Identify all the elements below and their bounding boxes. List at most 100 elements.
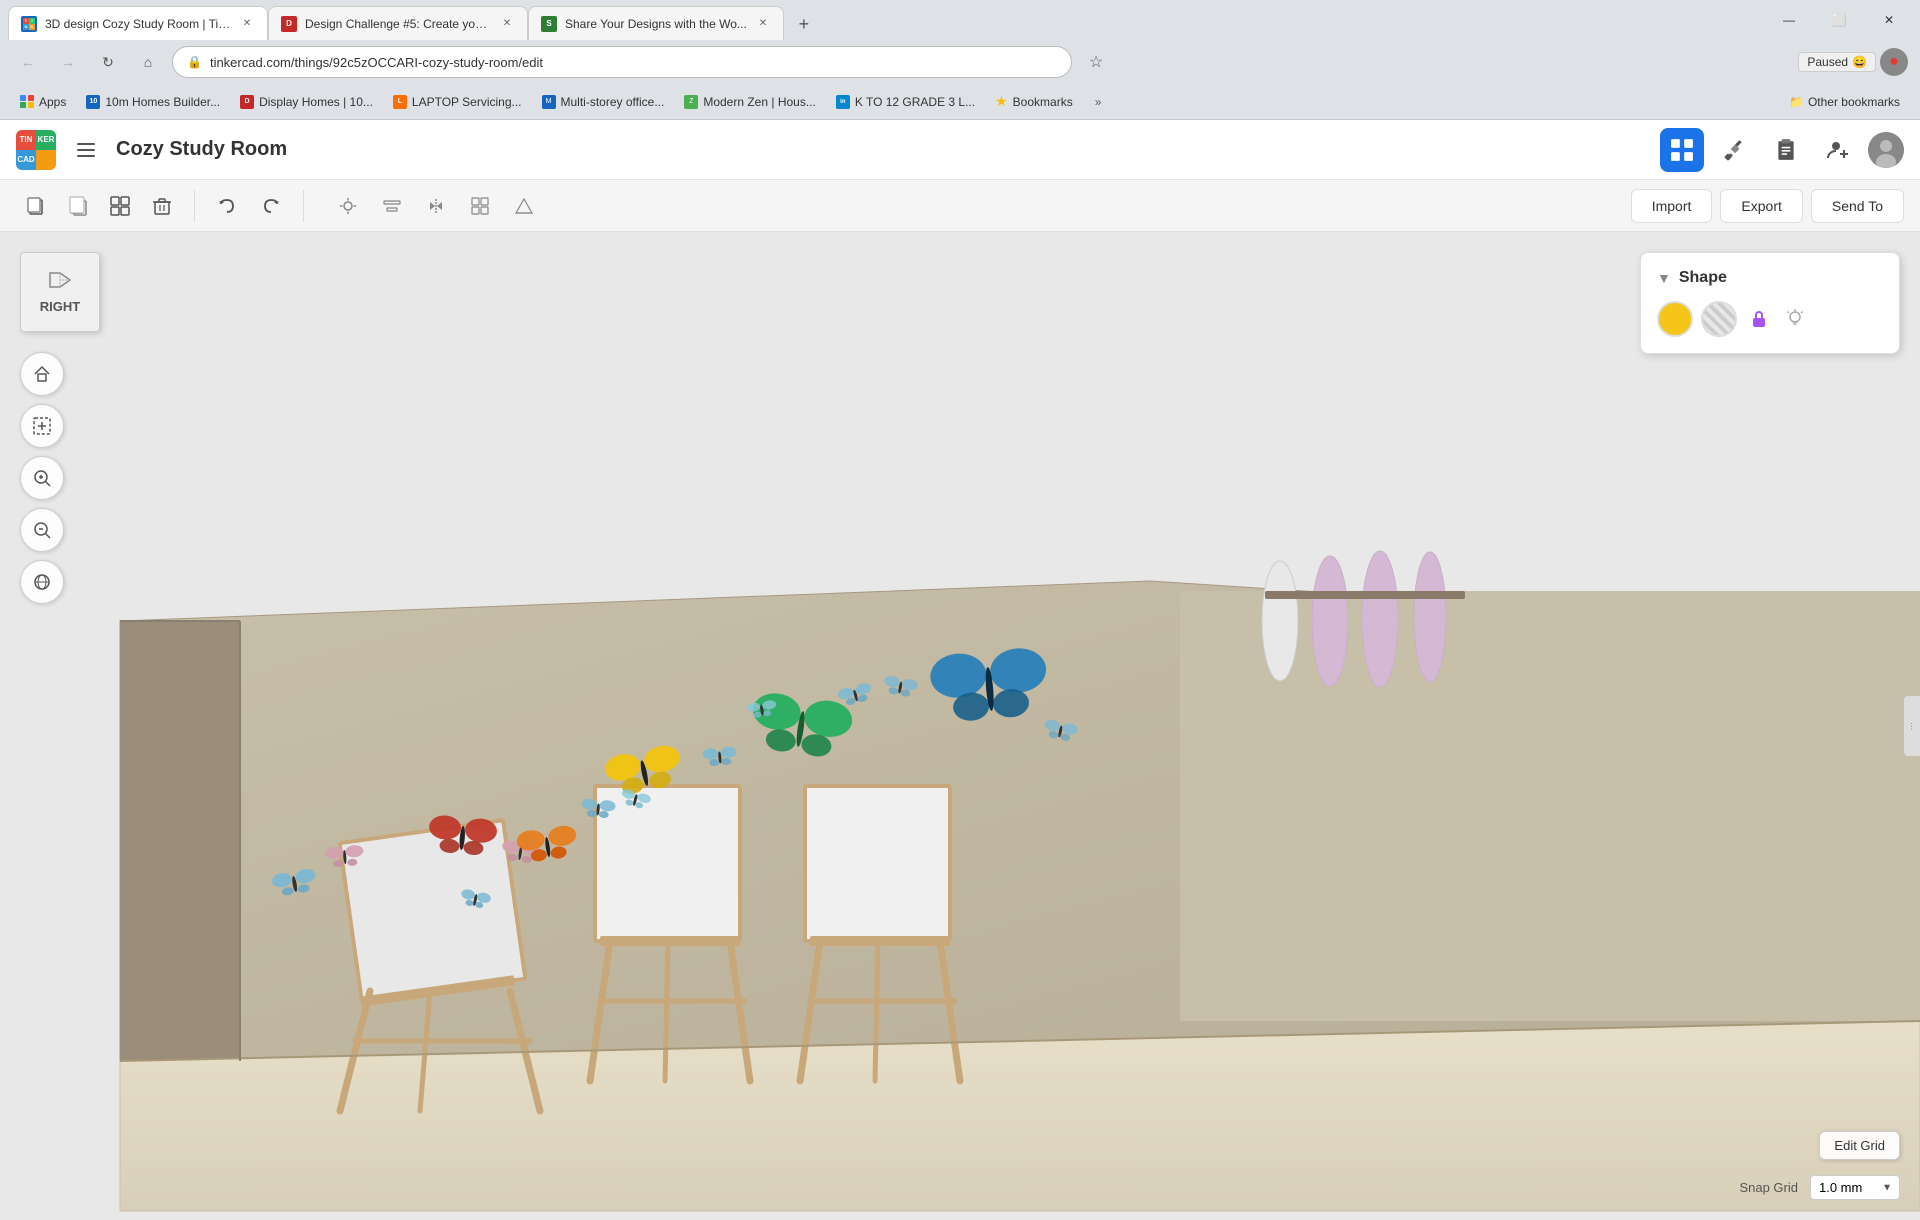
refresh-button[interactable]: ↻ [92, 46, 124, 78]
apps-label: Apps [39, 95, 66, 109]
right-resize-handle[interactable]: ⋮ [1904, 696, 1920, 756]
tab-2-close[interactable]: ✕ [499, 16, 515, 32]
app-container: TIN KER CAD Cozy Study Room [0, 120, 1920, 1220]
project-title: Cozy Study Room [116, 138, 287, 161]
title-bar: T I N K 3D design Cozy Study Room | Tin.… [0, 0, 1920, 40]
copy-button[interactable] [16, 186, 56, 226]
lock-icon: 🔒 [187, 55, 202, 69]
bookmarks-more[interactable]: » [1089, 92, 1108, 112]
export-button[interactable]: Export [1720, 189, 1802, 223]
paused-badge[interactable]: Paused 😄 [1798, 52, 1876, 72]
logo-cell-ker: KER [36, 130, 56, 150]
bookmarks-label: Bookmarks [1013, 95, 1073, 109]
user-avatar[interactable] [1868, 132, 1904, 168]
profile-icon[interactable]: ● [1880, 48, 1908, 76]
tab-2-title: Design Challenge #5: Create you... [305, 17, 491, 31]
undo-button[interactable] [207, 186, 247, 226]
grid-view-button[interactable] [1660, 128, 1704, 172]
bookmark-k12[interactable]: in K TO 12 GRADE 3 L... [828, 92, 983, 112]
light-button[interactable] [1781, 305, 1809, 333]
close-button[interactable]: ✕ [1866, 4, 1912, 36]
new-tab-button[interactable]: + [788, 8, 820, 40]
clipboard-button[interactable] [1764, 128, 1808, 172]
group-button[interactable] [100, 186, 140, 226]
group-tool-icon [471, 197, 489, 215]
perspective-button[interactable] [20, 560, 64, 604]
builder-tool-button[interactable] [1712, 128, 1756, 172]
bookmark-multi[interactable]: M Multi-storey office... [534, 92, 673, 112]
view-icons-group [328, 186, 544, 226]
zoom-in-button[interactable] [20, 456, 64, 500]
align-tool-button[interactable] [372, 186, 412, 226]
multi-favicon: M [542, 95, 556, 109]
hole-color-button[interactable] [1701, 301, 1737, 337]
bookmark-laptop[interactable]: L LAPTOP Servicing... [385, 92, 530, 112]
align-icon [383, 197, 401, 215]
lock-button[interactable] [1745, 305, 1773, 333]
home-button[interactable]: ⌂ [132, 46, 164, 78]
tab-3-favicon: S [541, 16, 557, 32]
tab-1-favicon: T I N K [21, 16, 37, 32]
add-user-button[interactable] [1816, 128, 1860, 172]
right-box-icon [48, 271, 72, 295]
paste-button[interactable] [58, 186, 98, 226]
tab-3[interactable]: S Share Your Designs with the Wo... ✕ [528, 6, 784, 40]
bookmark-star-button[interactable]: ☆ [1080, 46, 1112, 78]
tab-2[interactable]: D Design Challenge #5: Create you... ✕ [268, 6, 528, 40]
lightbulb-icon [1784, 308, 1806, 330]
bookmark-display[interactable]: D Display Homes | 10... [232, 92, 381, 112]
tab-3-close[interactable]: ✕ [755, 16, 771, 32]
light-tool-button[interactable] [328, 186, 368, 226]
hamburger-button[interactable] [68, 132, 104, 168]
modern-favicon: Z [684, 95, 698, 109]
delete-button[interactable] [142, 186, 182, 226]
other-bookmarks-label: Other bookmarks [1808, 95, 1900, 109]
logo-cell-cad: CAD [16, 150, 36, 170]
tinkercad-logo[interactable]: TIN KER CAD [16, 130, 56, 170]
laptop-label: LAPTOP Servicing... [412, 95, 522, 109]
edit-grid-button[interactable]: Edit Grid [1819, 1131, 1900, 1160]
send-to-button[interactable]: Send To [1811, 189, 1904, 223]
forward-button[interactable]: → [52, 46, 84, 78]
snap-grid-label: Snap Grid [1739, 1180, 1798, 1195]
back-button[interactable]: ← [12, 46, 44, 78]
header-right [1660, 128, 1904, 172]
home-view-button[interactable] [20, 352, 64, 396]
light-icon [339, 197, 357, 215]
emoji-icon: 😄 [1852, 55, 1867, 69]
canvas-area[interactable]: RIGHT [0, 232, 1920, 1220]
mirror-tool-button[interactable] [416, 186, 456, 226]
tab-1[interactable]: T I N K 3D design Cozy Study Room | Tin.… [8, 6, 268, 40]
bookmark-bookmarks[interactable]: ★ Bookmarks [987, 90, 1081, 113]
copy-icon [26, 196, 46, 216]
address-input[interactable]: 🔒 tinkercad.com/things/92c5zOCCARI-cozy-… [172, 46, 1072, 78]
folder-icon: 📁 [1789, 95, 1804, 109]
redo-button[interactable] [251, 186, 291, 226]
toolbar: Import Export Send To [0, 180, 1920, 232]
import-button[interactable]: Import [1631, 189, 1713, 223]
group-tool-button[interactable] [460, 186, 500, 226]
bookmark-10m[interactable]: 10 10m Homes Builder... [78, 92, 228, 112]
handle-dots: ⋮ [1908, 722, 1917, 731]
bookmark-apps[interactable]: Apps [12, 92, 74, 112]
tabs-container: T I N K 3D design Cozy Study Room | Tin.… [8, 0, 1754, 40]
triangle-tool-button[interactable] [504, 186, 544, 226]
display-label: Display Homes | 10... [259, 95, 373, 109]
lock-icon [1748, 308, 1770, 330]
edit-tools-group [16, 186, 182, 226]
shape-panel-header: ▼ Shape [1657, 269, 1883, 287]
minimize-button[interactable]: — [1766, 4, 1812, 36]
maximize-button[interactable]: ⬜ [1816, 4, 1862, 36]
other-bookmarks[interactable]: 📁 Other bookmarks [1781, 92, 1908, 112]
grid-icon [1670, 138, 1694, 162]
bookmark-modern[interactable]: Z Modern Zen | Hous... [676, 92, 824, 112]
shape-dropdown-arrow[interactable]: ▼ [1657, 270, 1671, 286]
tab-1-close[interactable]: ✕ [239, 16, 255, 32]
view-indicator: RIGHT [20, 252, 100, 332]
shape-panel: ▼ Shape [1640, 252, 1900, 354]
fit-view-button[interactable] [20, 404, 64, 448]
zoom-out-button[interactable] [20, 508, 64, 552]
snap-select[interactable]: 1.0 mm 0.5 mm 2.0 mm [1810, 1175, 1900, 1200]
solid-color-button[interactable] [1657, 301, 1693, 337]
home-icon [32, 364, 52, 384]
